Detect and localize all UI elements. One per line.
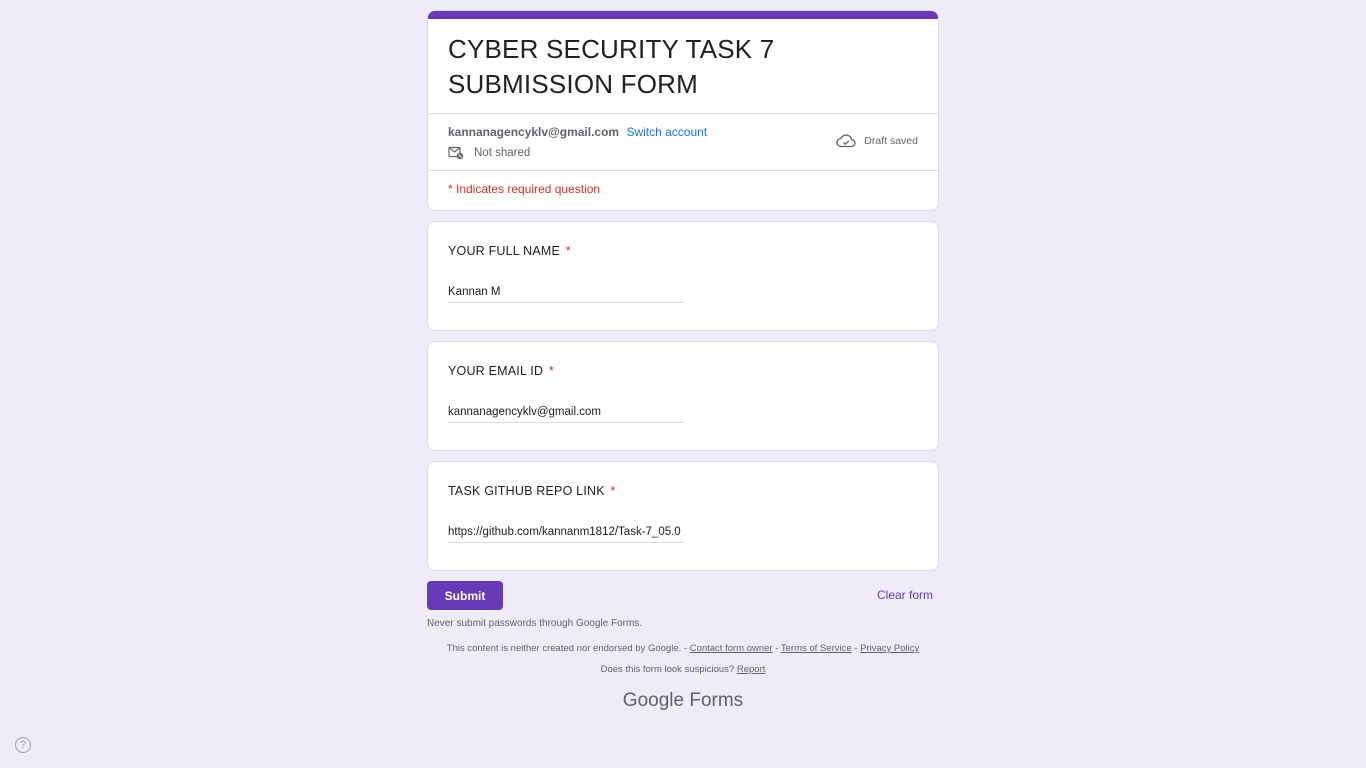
question-title: TASK GITHUB REPO LINK * (448, 484, 616, 498)
brand-google: Google (622, 690, 685, 711)
cloud-done-icon (836, 134, 856, 148)
required-asterisk: * (565, 244, 571, 258)
not-shared-label: Not shared (474, 147, 531, 159)
terms-link[interactable]: Terms of Service (781, 643, 852, 654)
suspicious-text: Does this form look suspicious? (600, 664, 735, 675)
contact-owner-link[interactable]: Contact form owner (690, 643, 773, 654)
draft-status: Draft saved (836, 134, 918, 148)
github-link-input[interactable] (448, 526, 684, 543)
email-input[interactable] (448, 406, 684, 423)
question-title: YOUR FULL NAME * (448, 244, 571, 258)
question-title-text: YOUR FULL NAME (448, 244, 561, 258)
question-title-text: TASK GITHUB REPO LINK (448, 484, 605, 498)
password-warning: Never submit passwords through Google Fo… (427, 618, 643, 629)
mail-not-shared-icon (448, 146, 464, 160)
google-forms-logo[interactable]: Google Forms (427, 690, 939, 712)
question-card-email: YOUR EMAIL ID * (427, 341, 939, 451)
not-shared-status: Not shared (448, 146, 530, 160)
header-accent-bar (428, 11, 938, 19)
question-title: YOUR EMAIL ID * (448, 364, 554, 378)
form-actions: Submit Clear form (427, 581, 939, 611)
question-card-full-name: YOUR FULL NAME * (427, 221, 939, 331)
required-note: * Indicates required question (448, 182, 601, 196)
switch-account-link[interactable]: Switch account (626, 125, 707, 139)
disclaimer-text: This content is neither created nor endo… (446, 643, 688, 654)
form-container: CYBER SECURITY TASK 7 SUBMISSION FORM ka… (427, 10, 939, 611)
brand-forms: Forms (689, 690, 744, 711)
form-header-card: CYBER SECURITY TASK 7 SUBMISSION FORM ka… (427, 10, 939, 211)
help-icon[interactable]: ? (15, 737, 31, 753)
clear-form-button[interactable]: Clear form (877, 588, 933, 602)
required-asterisk: * (548, 364, 554, 378)
footer-report: Does this form look suspicious? Report (427, 664, 939, 675)
account-email: kannanagencyklv@gmail.com (448, 125, 620, 139)
account-row: kannanagencyklv@gmail.com Switch account… (428, 114, 938, 170)
question-card-github-link: TASK GITHUB REPO LINK * (427, 461, 939, 571)
separator: - (775, 643, 779, 654)
form-title: CYBER SECURITY TASK 7 SUBMISSION FORM (448, 34, 775, 99)
privacy-link[interactable]: Privacy Policy (860, 643, 919, 654)
account-info: kannanagencyklv@gmail.com Switch account (448, 125, 707, 139)
question-title-text: YOUR EMAIL ID (448, 364, 544, 378)
report-link[interactable]: Report (737, 664, 766, 675)
submit-button[interactable]: Submit (427, 581, 503, 610)
separator: - (854, 643, 858, 654)
full-name-input[interactable] (448, 286, 684, 303)
footer-disclaimer: This content is neither created nor endo… (427, 643, 939, 654)
required-asterisk: * (610, 484, 616, 498)
draft-saved-label: Draft saved (864, 135, 918, 147)
